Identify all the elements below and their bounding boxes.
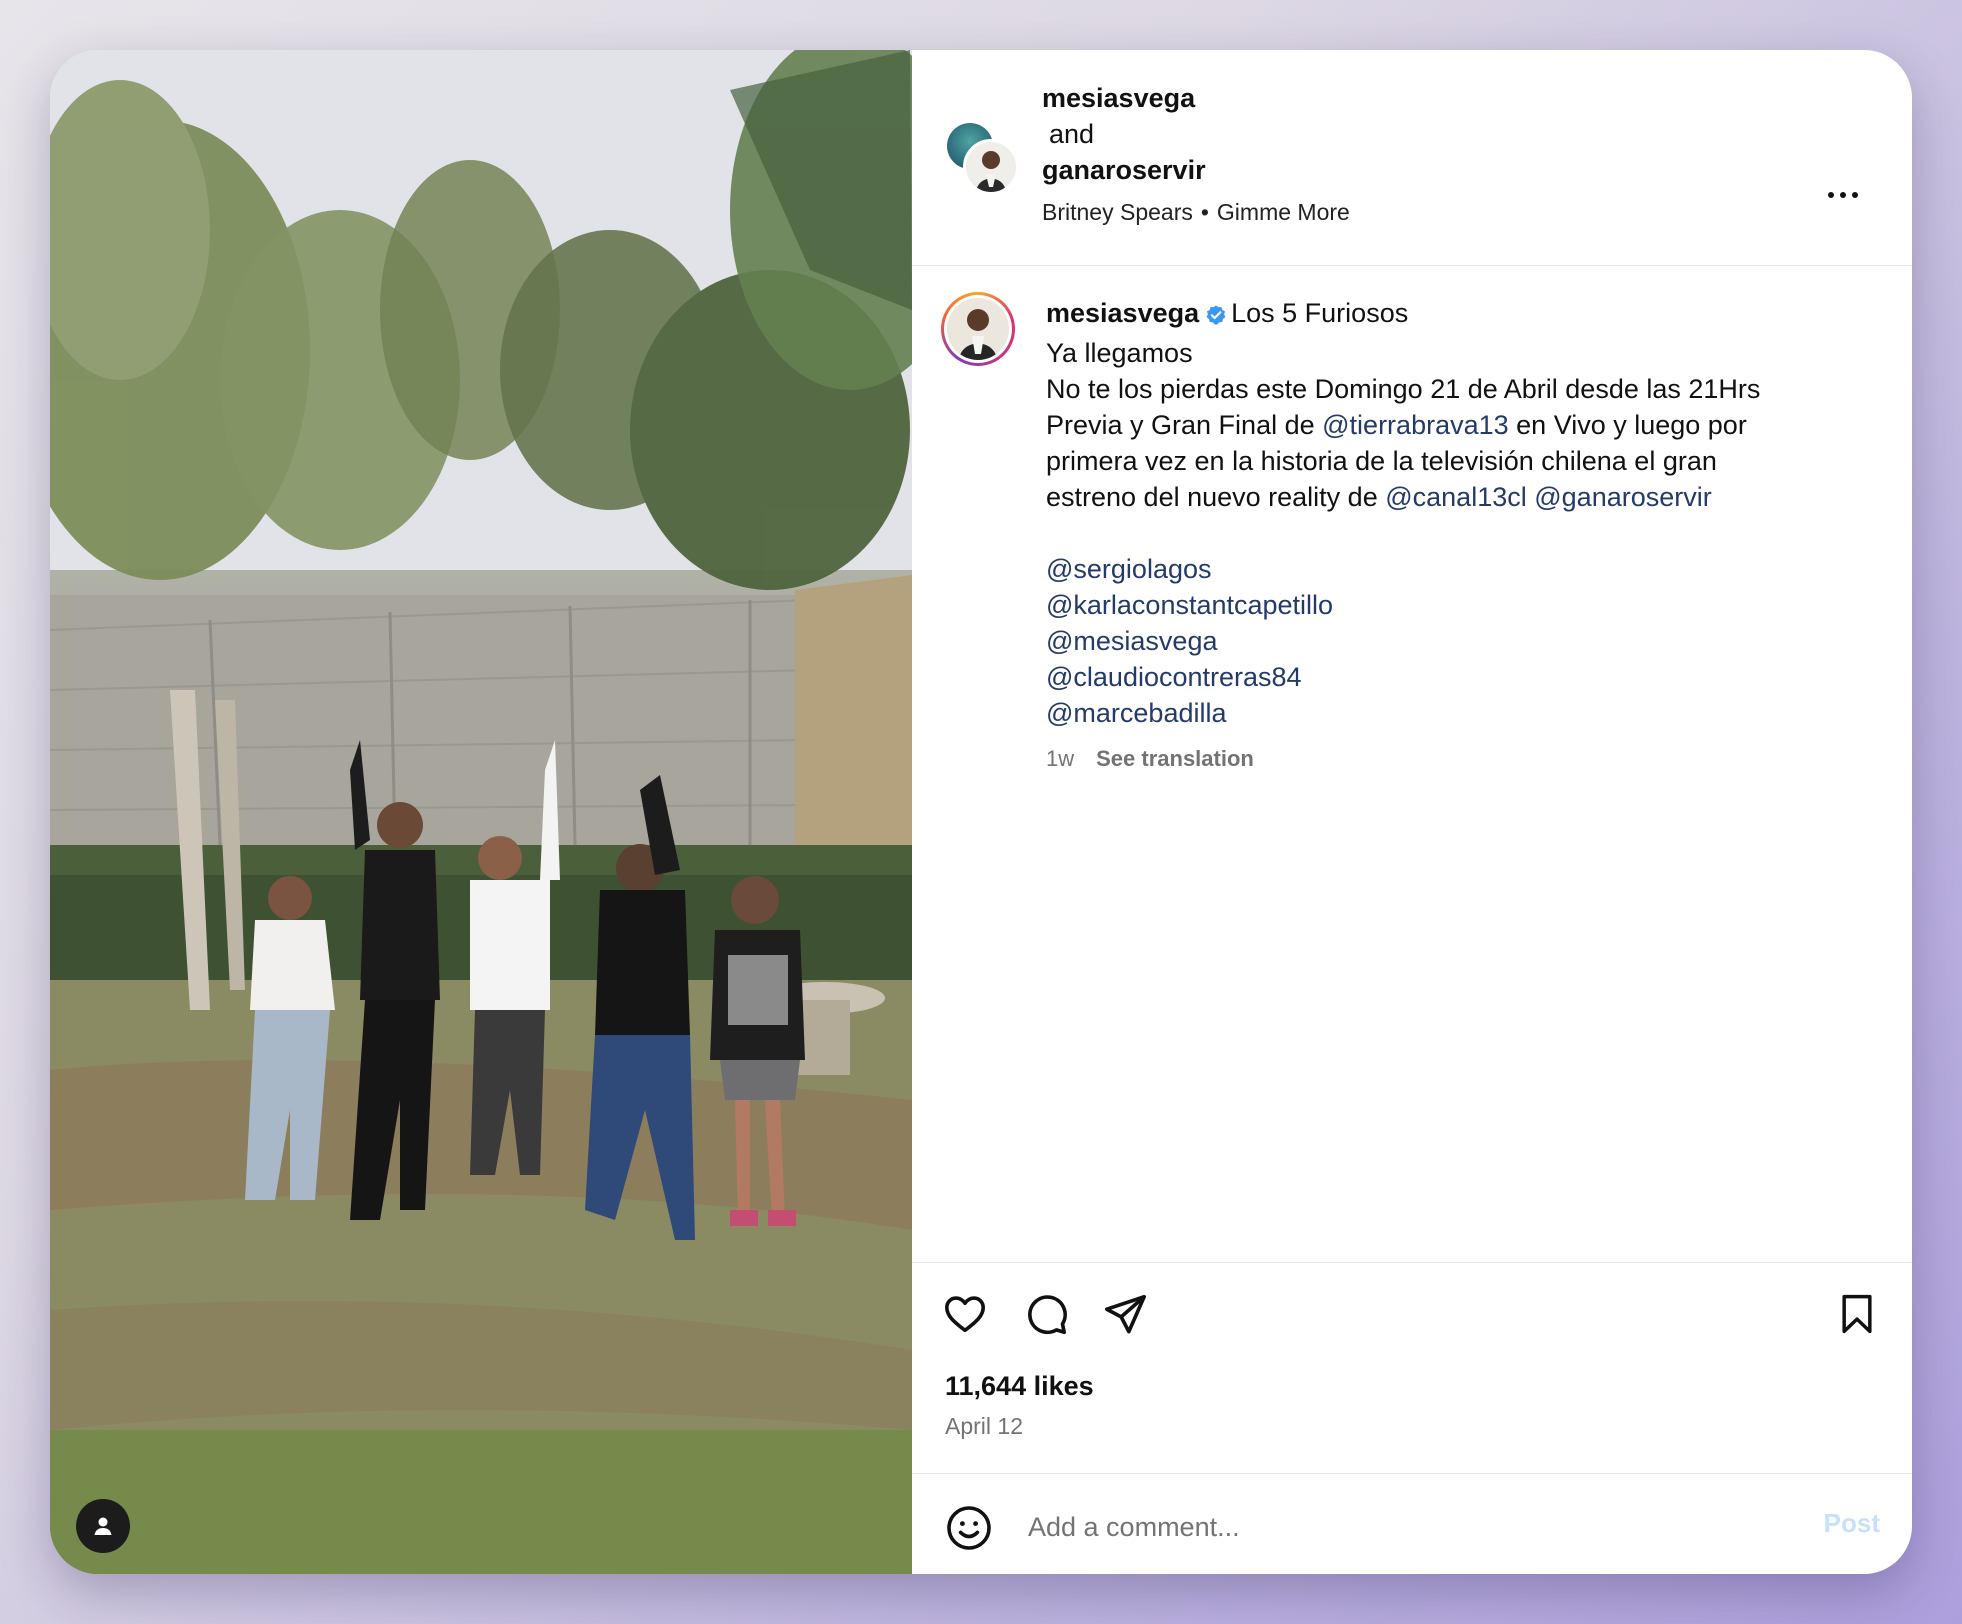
comment-icon [1028,1295,1067,1335]
post-header: mesiasvega and ganaroservir Britney Spea… [912,50,1912,266]
like-button[interactable] [940,1289,990,1339]
mention-link[interactable]: @claudiocontreras84 [1046,659,1836,695]
caption-title: Los 5 Furiosos [1231,298,1409,328]
post-comment-button[interactable]: Post [1824,1508,1880,1539]
collab-avatars[interactable] [947,123,1019,195]
mention-link[interactable]: @mesiasvega [1046,623,1836,659]
bookmark-icon [1842,1294,1872,1334]
comment-bar: Post [912,1474,1912,1574]
caption-username[interactable]: mesiasvega [1046,298,1199,328]
post-age[interactable]: 1w [1046,746,1074,771]
mention-link[interactable]: @sergiolagos [1046,551,1836,587]
header-author[interactable]: mesiasvega [1042,80,1350,116]
mention-canal13cl[interactable]: @canal13cl [1385,482,1527,512]
audio-artist: Britney Spears [1042,199,1193,225]
caption-line-1: Ya llegamos [1046,338,1193,368]
more-horizontal-icon [1840,192,1846,198]
header-joiner: and [1049,119,1095,149]
post-details-panel: mesiasvega and ganaroservir Britney Spea… [912,50,1912,1574]
audio-track: Gimme More [1216,199,1350,225]
user-tag-icon [94,1517,112,1535]
post-media[interactable] [50,50,912,1574]
header-collaborator[interactable]: ganaroservir [1042,152,1350,188]
post-header-text: mesiasvega and ganaroservir Britney Spea… [1042,80,1350,228]
emoji-icon [947,1506,991,1550]
caption-line-2: No te los pierdas este Domingo 21 de Abr… [1046,374,1761,404]
caption-line-3-end: en Vivo y luego por [1516,410,1747,440]
avatar-mesiasvega[interactable] [963,139,1019,195]
caption-body: mesiasvega Los 5 Furiosos Ya llegamos No … [1046,295,1836,777]
caption-avatar[interactable] [941,292,1015,366]
emoji-button[interactable] [945,1504,993,1552]
post-date[interactable]: April 12 [945,1413,1023,1440]
mention-ganaroservir[interactable]: @ganaroservir [1534,482,1711,512]
save-button[interactable] [1832,1289,1882,1339]
audio-link[interactable]: Britney Spears • Gimme More [1042,196,1350,228]
audio-separator: • [1200,199,1209,225]
caption-meta: 1w See translation [1046,741,1836,777]
post-actions: 11,644 likes April 12 [912,1263,1912,1474]
more-horizontal-icon [1828,192,1834,198]
likes-count[interactable]: 11,644 likes [945,1371,1094,1402]
more-options-button[interactable] [1828,185,1872,205]
caption-line-4: primera vez en la historia de la televis… [1046,446,1717,476]
more-horizontal-icon [1852,192,1858,198]
verified-badge-icon [1205,299,1227,335]
mention-link[interactable]: @karlaconstantcapetillo [1046,587,1836,623]
comment-button[interactable] [1021,1289,1071,1339]
caption-line-3-start: Previa y Gran Final de [1046,410,1315,440]
post-modal: mesiasvega and ganaroservir Britney Spea… [50,50,1912,1574]
post-photo [50,50,912,1574]
caption-section: mesiasvega Los 5 Furiosos Ya llegamos No … [912,266,1912,1263]
paper-plane-icon [1104,1294,1146,1334]
user-tag-button[interactable] [76,1499,130,1553]
mention-tierrabrava13[interactable]: @tierrabrava13 [1322,410,1509,440]
share-button[interactable] [1100,1289,1150,1339]
mention-link[interactable]: @marcebadilla [1046,695,1836,731]
caption-line-5-start: estreno del nuevo reality de [1046,482,1378,512]
comment-input[interactable] [1026,1504,1790,1550]
heart-icon [944,1296,986,1333]
see-translation-button[interactable]: See translation [1096,746,1254,771]
